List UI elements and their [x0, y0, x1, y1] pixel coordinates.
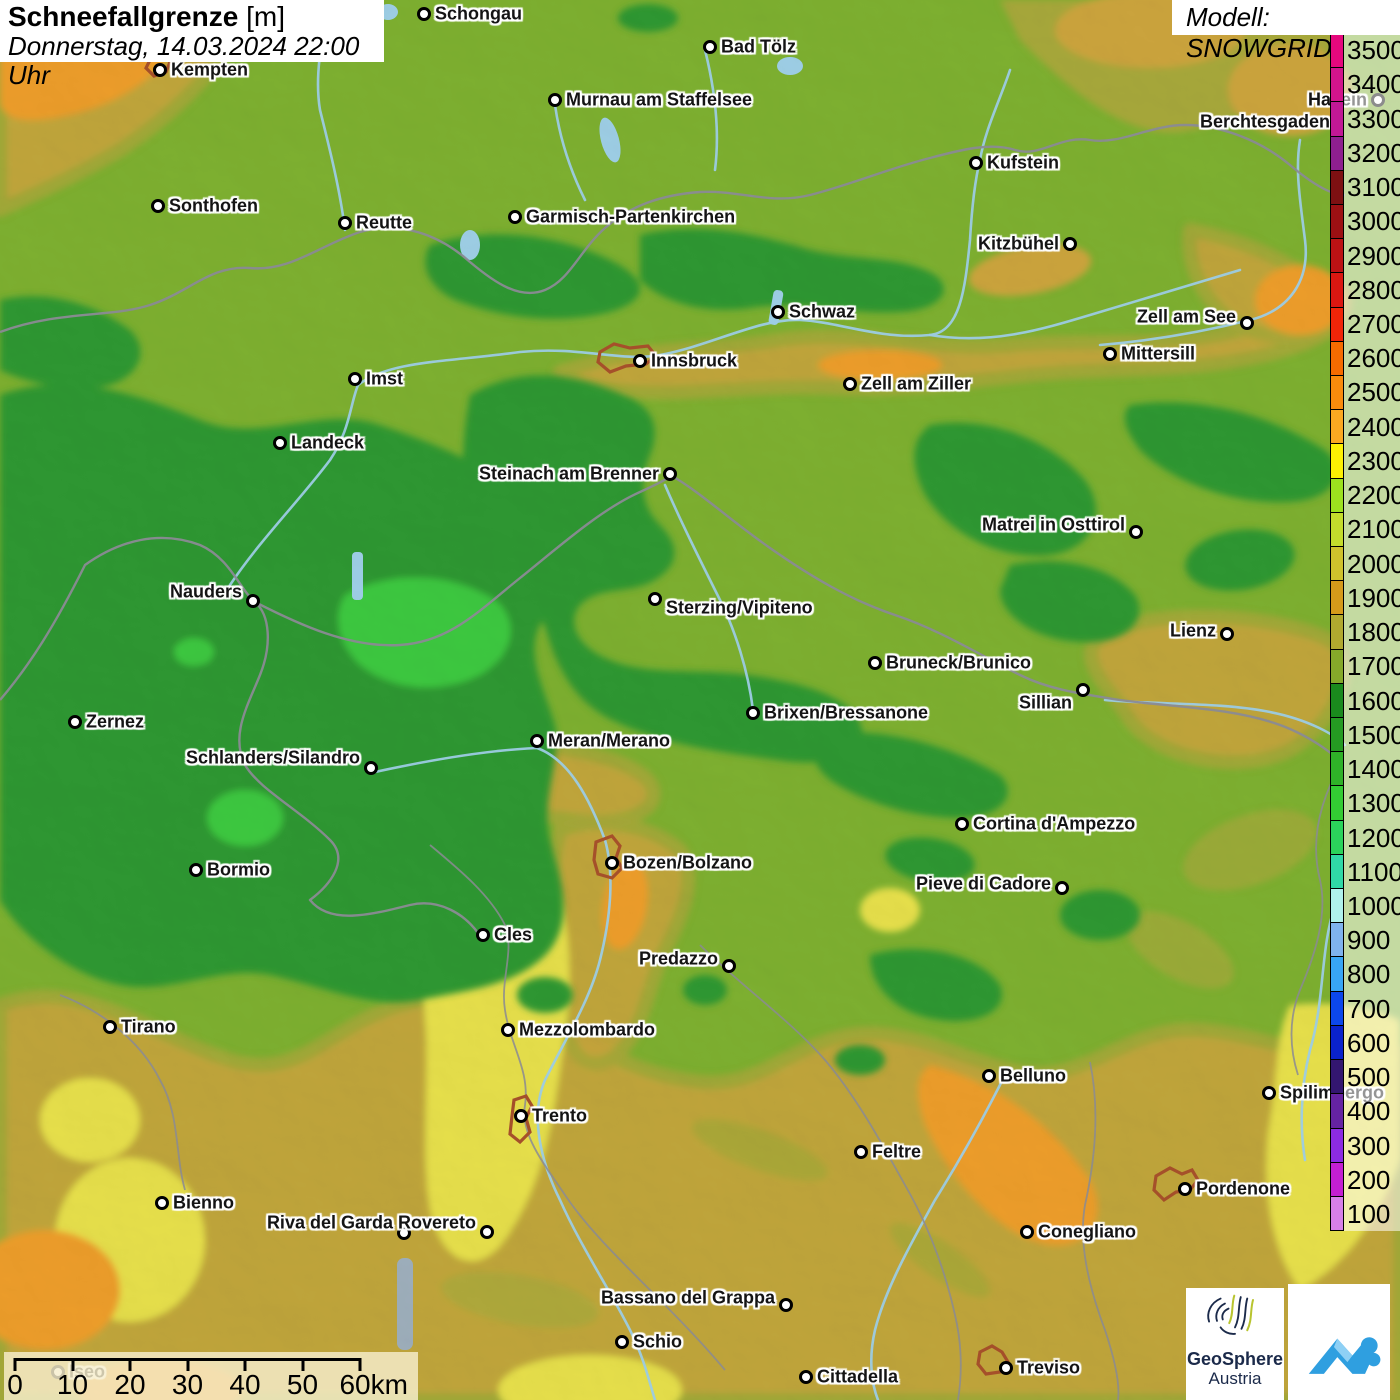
scalebar-tick-label: 40 [229, 1369, 261, 1400]
colorbar-segment [1331, 102, 1343, 137]
colorbar-tick-label: 2500 [1347, 377, 1400, 408]
scalebar-tick-label: 60km [339, 1369, 408, 1400]
colorbar-tick-label: 1200 [1347, 822, 1400, 853]
geosphere-name: GeoSphere [1186, 1349, 1284, 1369]
model-label: Modell: SNOWGRID [1186, 2, 1332, 63]
colorbar-tick-label: 1800 [1347, 617, 1400, 648]
colorbar-tick-label: 3100 [1347, 172, 1400, 203]
colorbar-tick-label: 3400 [1347, 69, 1400, 100]
colorbar-segment [1331, 410, 1343, 445]
colorbar-segment [1331, 341, 1343, 377]
terrain-relief-overlay [0, 0, 1400, 1400]
colorbar-tick-label: 100 [1347, 1199, 1391, 1230]
colorbar-segment [1331, 991, 1343, 1026]
title-box: Schneefallgrenze [m] Donnerstag, 14.03.2… [0, 0, 384, 90]
colorbar-segment [1331, 820, 1343, 855]
colorbar-tick-label: 1300 [1347, 788, 1400, 819]
colorbar-tick-label: 2400 [1347, 411, 1400, 442]
colorbar-tick-label: 3000 [1347, 206, 1400, 237]
colorbar-tick-label: 2300 [1347, 445, 1400, 476]
colorbar-tick-label: 2100 [1347, 514, 1400, 545]
colorbar-segment [1331, 615, 1343, 650]
mountain-cloud-icon [1308, 1337, 1381, 1374]
colorbar-tick-label: 2200 [1347, 480, 1400, 511]
colorbar-segment [1331, 547, 1343, 582]
geosphere-logo-box: GeoSphere Austria [1186, 1288, 1284, 1400]
colorbar-tick-label: 2800 [1347, 274, 1400, 305]
colorbar-segment [1331, 170, 1343, 206]
weather-map [0, 0, 1400, 1400]
colorbar-segment [1331, 273, 1343, 308]
partner-logo-box [1288, 1284, 1390, 1400]
geosphere-country: Austria [1208, 1369, 1262, 1388]
colorbar-segment [1331, 1128, 1343, 1163]
colorbar-segment [1331, 1094, 1343, 1129]
colorbar-tick-label: 3200 [1347, 137, 1400, 168]
colorbar-tick-label: 1500 [1347, 719, 1400, 750]
colorbar-tick-label: 1900 [1347, 582, 1400, 613]
colorbar-segment [1331, 68, 1343, 103]
colorbar-segment [1331, 854, 1343, 890]
geosphere-contour-icon [1207, 1294, 1255, 1335]
unit-label: [m] [246, 1, 285, 32]
colorbar-tick-label: 2000 [1347, 548, 1400, 579]
colorbar-tick-label: 200 [1347, 1164, 1391, 1195]
colorbar-segment [1331, 307, 1343, 342]
colorbar-tick-label: 2900 [1347, 240, 1400, 271]
scale-bar: 0 10 20 30 40 50 60km [4, 1352, 418, 1400]
valid-datetime: Donnerstag, 14.03.2024 22:00 Uhr [8, 31, 360, 90]
colorbar-segment [1331, 1025, 1343, 1061]
scalebar-tick-label: 10 [56, 1369, 89, 1400]
colorbar-tick-label: 700 [1347, 993, 1391, 1024]
model-box: Modell: SNOWGRID [1172, 0, 1400, 63]
scalebar-tick-label: 20 [114, 1369, 146, 1400]
colorbar-segment [1331, 1060, 1343, 1095]
colorbar-tick-label: 300 [1347, 1130, 1391, 1161]
colorbar-segment [1331, 649, 1343, 684]
colorbar-segment [1331, 752, 1343, 787]
colorbar-segment [1331, 889, 1343, 924]
colorbar-segment [1331, 478, 1343, 513]
colorbar-segments [1330, 33, 1344, 1231]
colorbar-tick-label: 2700 [1347, 308, 1400, 339]
colorbar-tick-label: 500 [1347, 1062, 1391, 1093]
colorbar-segment [1331, 205, 1343, 240]
colorbar-tick-label: 900 [1347, 925, 1391, 956]
colorbar-segment [1331, 512, 1343, 548]
colorbar-tick-label: 2600 [1347, 343, 1400, 374]
colorbar-labels: 3500 3400 3300 3200 3100 3000 2900 2800 2700 2600… [1347, 33, 1400, 1231]
colorbar-segment [1331, 1196, 1343, 1231]
colorbar-tick-label: 800 [1347, 959, 1391, 990]
colorbar-tick-label: 400 [1347, 1096, 1391, 1127]
colorbar-segment [1331, 683, 1343, 719]
colorbar-segment [1331, 957, 1343, 992]
colorbar-segment [1331, 923, 1343, 958]
colorbar-tick-label: 1700 [1347, 651, 1400, 682]
colorbar-segment [1331, 376, 1343, 411]
colorbar-segment [1331, 581, 1343, 616]
scalebar-tick-label: 30 [171, 1369, 204, 1400]
scalebar-tick-label: 50 [286, 1369, 319, 1400]
snowfall-line-map-page: Schongau Bad Tölz Kempten Murnau am Staffel… [0, 0, 1400, 1400]
colorbar-tick-label: 1100 [1347, 856, 1400, 887]
colorbar-segment [1331, 718, 1343, 753]
colorbar-segment [1331, 136, 1343, 171]
colorbar-segment [1331, 239, 1343, 274]
page-title: Schneefallgrenze [m] [8, 1, 285, 32]
colorbar-tick-label: 1600 [1347, 685, 1400, 716]
colorbar-tick-label: 600 [1347, 1027, 1391, 1058]
colorbar-segment [1331, 444, 1343, 479]
scalebar-tick-label: 0 [7, 1369, 23, 1400]
colorbar-segment [1331, 1162, 1343, 1197]
colorbar-tick-label: 1400 [1347, 754, 1400, 785]
colorbar-tick-label: 1000 [1347, 890, 1400, 921]
colorbar-segment [1331, 786, 1343, 821]
colorbar-tick-label: 3300 [1347, 103, 1400, 134]
